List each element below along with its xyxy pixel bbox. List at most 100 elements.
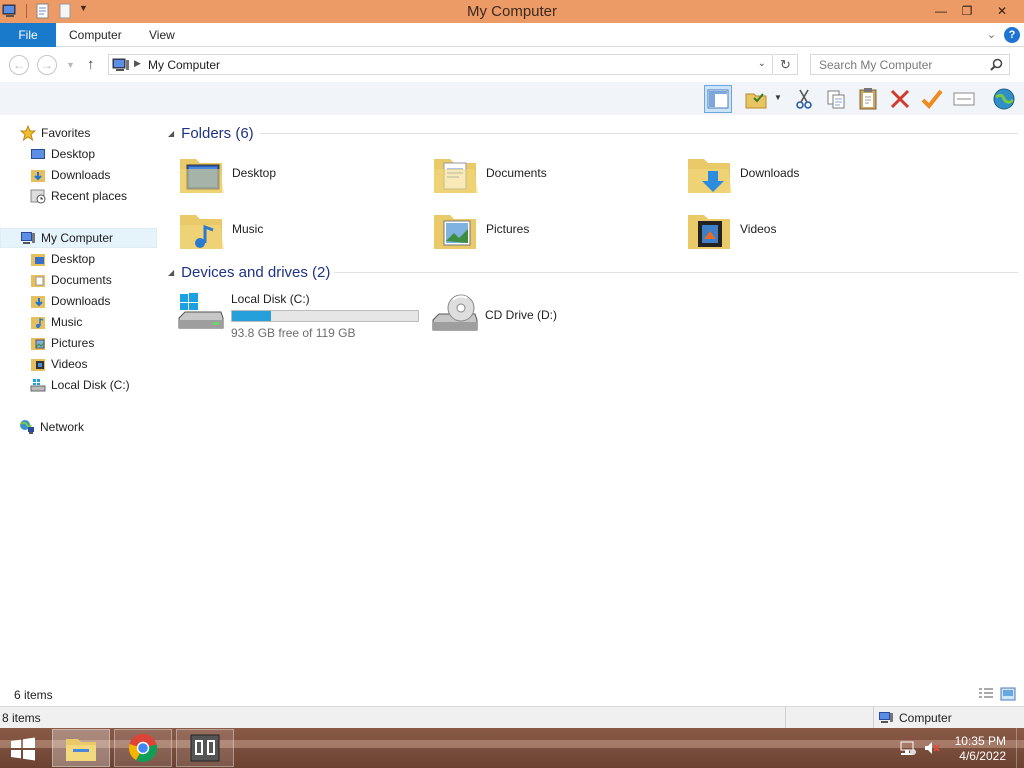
pictures-folder-icon — [30, 335, 46, 351]
nav-computer-documents[interactable]: Documents — [0, 270, 157, 290]
expand-ribbon-icon[interactable]: ⌄ — [987, 28, 996, 41]
taskbar-file-explorer[interactable] — [52, 729, 110, 767]
folder-tile-music[interactable]: Music — [178, 203, 418, 255]
downloads-folder-icon — [688, 159, 732, 193]
nav-computer-desktop[interactable]: Desktop — [0, 249, 157, 269]
taskbar-app[interactable] — [176, 729, 234, 767]
cut-button[interactable] — [790, 85, 818, 113]
collapse-triangle-icon[interactable]: ◢ — [168, 268, 174, 277]
nav-favorite-recent[interactable]: Recent places — [0, 186, 157, 206]
minimize-button[interactable]: — — [928, 0, 954, 22]
divider — [785, 707, 786, 728]
show-desktop-button[interactable] — [1016, 728, 1024, 768]
drive-usage-fill — [232, 311, 272, 321]
paste-button[interactable] — [854, 85, 882, 113]
taskbar-chrome[interactable] — [114, 729, 172, 767]
recent-places-icon — [30, 188, 46, 204]
navigation-pane: Favorites Desktop Downloads Recent place… — [0, 115, 160, 685]
address-dropdown-icon[interactable]: ⌄ — [758, 58, 766, 69]
search-icon[interactable] — [990, 58, 1003, 74]
breadcrumb-chevron-icon[interactable]: ▶ — [134, 58, 141, 69]
network-tray-icon[interactable] — [900, 740, 916, 759]
checkmark-icon — [921, 89, 943, 109]
group-label: Devices and drives (2) — [181, 263, 331, 281]
window-title: My Computer — [466, 3, 558, 20]
zone-indicator: Computer — [873, 707, 952, 728]
nav-label: Desktop — [51, 252, 96, 266]
nav-my-computer[interactable]: My Computer — [0, 228, 157, 248]
ribbon-tabs: File Computer View ⌄ ? — [0, 23, 1024, 47]
zone-label: Computer — [899, 710, 952, 725]
nav-favorite-desktop[interactable]: Desktop — [0, 144, 157, 164]
devices-group-header[interactable]: ◢ Devices and drives (2) — [168, 262, 1018, 282]
tab-file[interactable]: File — [0, 23, 56, 47]
outer-item-count: 8 items — [2, 711, 41, 725]
clock-date: 4/6/2022 — [959, 749, 1006, 763]
nav-label: Downloads — [51, 168, 111, 182]
drive-tile-cd[interactable]: CD Drive (D:) — [431, 288, 681, 340]
volume-muted-icon[interactable] — [924, 740, 940, 759]
select-dropdown-icon[interactable]: ▼ — [774, 93, 782, 102]
music-folder-icon — [30, 314, 46, 330]
network-button[interactable] — [990, 85, 1018, 113]
cd-drive-icon — [432, 294, 478, 331]
properties-button[interactable] — [918, 85, 946, 113]
chrome-icon — [128, 733, 157, 762]
title-bar[interactable]: ▼ My Computer — ❐ ✕ — [0, 0, 1024, 23]
folder-tile-videos[interactable]: Videos — [686, 203, 926, 255]
command-toolbar: ▼ — [0, 82, 1024, 115]
close-button[interactable]: ✕ — [980, 0, 1024, 22]
folder-tile-documents[interactable]: Documents — [432, 147, 672, 199]
folder-label: Desktop — [232, 166, 277, 180]
select-all-button[interactable] — [742, 85, 770, 113]
folders-group-header[interactable]: ◢ Folders (6) — [168, 123, 1018, 143]
maximize-button[interactable]: ❐ — [954, 0, 980, 22]
search-placeholder: Search My Computer — [819, 58, 933, 72]
search-input[interactable]: Search My Computer — [810, 54, 1010, 75]
drive-tile-local-disk[interactable]: Local Disk (C:) 93.8 GB free of 119 GB — [177, 288, 427, 340]
delete-icon — [890, 89, 910, 109]
large-icons-view-icon[interactable] — [1000, 687, 1016, 701]
folder-tile-pictures[interactable]: Pictures — [432, 203, 672, 255]
nav-label: Network — [40, 420, 85, 434]
folder-label: Pictures — [486, 222, 530, 236]
nav-computer-music[interactable]: Music — [0, 312, 157, 332]
videos-folder-icon — [688, 215, 730, 249]
help-button[interactable]: ? — [1004, 27, 1020, 43]
nav-label: Downloads — [51, 294, 111, 308]
breadcrumb[interactable]: My Computer — [148, 58, 220, 72]
tab-computer[interactable]: Computer — [69, 23, 122, 47]
recent-locations-dropdown-icon[interactable]: ▼ — [66, 60, 75, 70]
clock[interactable]: 10:35 PM 4/6/2022 — [955, 734, 1006, 764]
content-pane: ◢ Folders (6) Desktop Documents Download… — [160, 115, 1024, 685]
details-view-icon[interactable] — [978, 687, 994, 701]
select-icon — [745, 93, 767, 109]
nav-favorites[interactable]: Favorites — [0, 123, 157, 143]
folder-icon — [30, 251, 46, 267]
nav-computer-local-disk[interactable]: Local Disk (C:) — [0, 375, 157, 395]
nav-computer-downloads[interactable]: Downloads — [0, 291, 157, 311]
rename-button[interactable] — [950, 85, 978, 113]
forward-button[interactable]: → — [37, 55, 57, 75]
start-button[interactable] — [8, 736, 38, 762]
preview-pane-button[interactable] — [704, 85, 732, 113]
folder-tile-downloads[interactable]: Downloads — [686, 147, 926, 199]
folder-tile-desktop[interactable]: Desktop — [178, 147, 418, 199]
back-button[interactable]: ← — [9, 55, 29, 75]
nav-favorite-downloads[interactable]: Downloads — [0, 165, 157, 185]
delete-button[interactable] — [886, 85, 914, 113]
scissors-icon — [796, 89, 812, 109]
nav-computer-pictures[interactable]: Pictures — [0, 333, 157, 353]
up-button[interactable]: ↑ — [87, 56, 95, 73]
address-bar[interactable]: ▶ My Computer ⌄ — [108, 54, 773, 75]
nav-network[interactable]: Network — [0, 417, 157, 437]
folder-icon — [30, 272, 46, 288]
nav-label: Local Disk (C:) — [51, 378, 130, 392]
copy-button[interactable] — [822, 85, 850, 113]
copy-icon — [827, 90, 845, 109]
refresh-button[interactable]: ↻ — [774, 54, 798, 75]
nav-computer-videos[interactable]: Videos — [0, 354, 157, 374]
music-folder-icon — [180, 215, 224, 249]
collapse-triangle-icon[interactable]: ◢ — [168, 129, 174, 138]
tab-view[interactable]: View — [149, 23, 175, 47]
